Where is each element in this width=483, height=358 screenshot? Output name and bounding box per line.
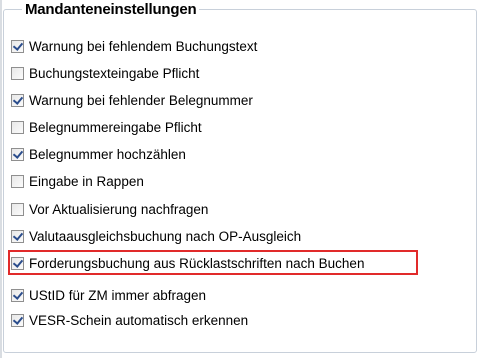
option-label: Belegnummer hochzählen <box>29 146 186 162</box>
option-label: Warnung bei fehlendem Buchungstext <box>29 38 258 54</box>
option-buchungstexteingabe-pflicht[interactable]: Buchungstexteingabe Pflicht <box>11 63 199 83</box>
option-belegnummer-hochzaehlen[interactable]: Belegnummer hochzählen <box>11 144 186 164</box>
option-label: VESR-Schein automatisch erkennen <box>29 312 249 328</box>
option-aktualisierung-nachfragen[interactable]: Vor Aktualisierung nachfragen <box>11 199 208 219</box>
option-label: Buchungstexteingabe Pflicht <box>29 65 200 81</box>
checkbox[interactable] <box>11 202 24 216</box>
checkbox[interactable] <box>11 313 24 327</box>
checkbox[interactable] <box>11 229 24 243</box>
option-warnung-buchungstext[interactable]: Warnung bei fehlendem Buchungstext <box>11 36 257 56</box>
option-label: Belegnummereingabe Pflicht <box>29 119 202 135</box>
option-label: Warnung bei fehlender Belegnummer <box>29 92 253 108</box>
panel-edge <box>0 0 2 358</box>
checkbox[interactable] <box>11 288 24 302</box>
option-vesr-schein[interactable]: VESR-Schein automatisch erkennen <box>11 310 248 330</box>
option-label: Valutaausgleichsbuchung nach OP-Ausgleic… <box>29 228 302 244</box>
option-label: UStID für ZM immer abfragen <box>29 287 207 303</box>
option-belegnummereingabe-pflicht[interactable]: Belegnummereingabe Pflicht <box>11 117 202 137</box>
option-valutaausgleichsbuchung[interactable]: Valutaausgleichsbuchung nach OP-Ausgleic… <box>11 226 301 246</box>
checkbox[interactable] <box>11 174 24 188</box>
option-label: Vor Aktualisierung nachfragen <box>29 201 209 217</box>
option-ustid-zm[interactable]: UStID für ZM immer abfragen <box>11 285 206 305</box>
checkbox[interactable] <box>11 120 24 134</box>
option-eingabe-rappen[interactable]: Eingabe in Rappen <box>11 171 144 191</box>
checkbox[interactable] <box>11 66 24 80</box>
checkbox[interactable] <box>11 147 24 161</box>
settings-panel: Mandanteneinstellungen Warnung bei fehle… <box>0 0 483 358</box>
option-warnung-belegnummer[interactable]: Warnung bei fehlender Belegnummer <box>11 90 253 110</box>
option-label: Eingabe in Rappen <box>29 173 144 189</box>
highlight-box <box>8 250 418 275</box>
group-title: Mandanteneinstellungen <box>22 1 200 19</box>
checkbox[interactable] <box>11 39 24 53</box>
checkbox[interactable] <box>11 93 24 107</box>
